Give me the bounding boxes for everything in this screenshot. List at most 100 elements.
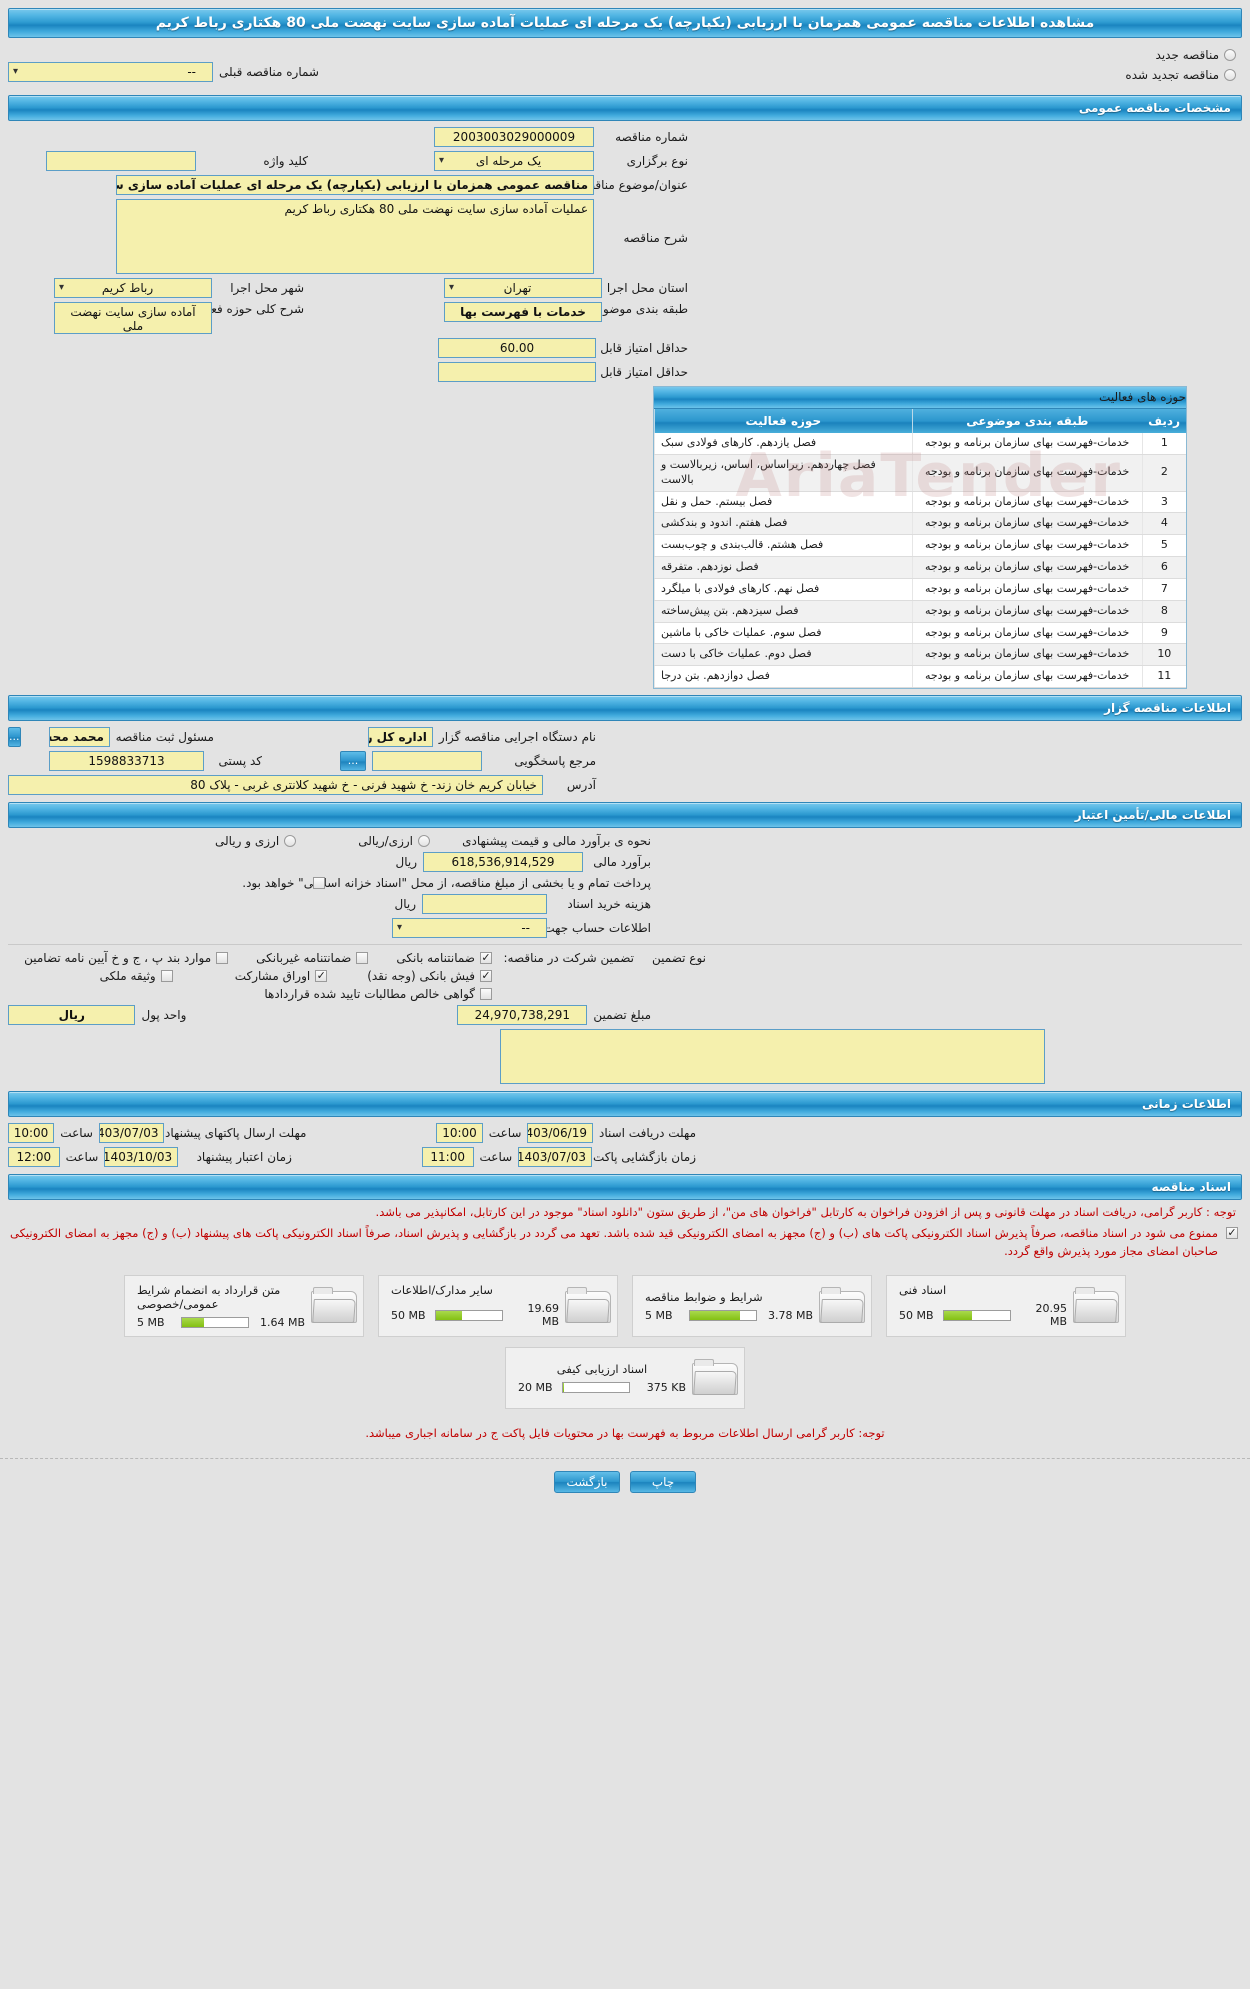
address-label: آدرس: [566, 778, 596, 793]
attachment-card[interactable]: متن قرارداد به انضمام شرایط عمومی/خصوصی …: [124, 1274, 364, 1337]
checkbox-nonbank-warranty-icon[interactable]: [356, 952, 369, 965]
guarantee-notes-textarea[interactable]: [500, 1029, 1045, 1085]
currency-unit-field[interactable]: ریال: [8, 1005, 136, 1026]
attachment-body: متن قرارداد به انضمام شرایط عمومی/خصوصی …: [131, 1283, 311, 1329]
cell-row-no: 7: [1141, 578, 1186, 601]
islamic-treasury-row: پرداخت تمام و یا بخشی از مبلغ مناقصه، از…: [8, 874, 1242, 892]
bid-validity-time-label: ساعت: [65, 1150, 99, 1165]
guarantee-option-bank-warranty[interactable]: ضمانتنامه بانکی: [396, 951, 494, 965]
table-row: 6 خدمات-فهرست بهای سازمان برنامه و بودجه ف…: [654, 556, 1186, 579]
checkbox-net-claims-icon[interactable]: [480, 988, 492, 1001]
attachment-meter: 5 MB 3.78 MB: [645, 1309, 813, 1322]
docs-receipt-deadline-date[interactable]: 1403/06/19: [527, 1123, 593, 1144]
guarantee-option-nonbank-warranty[interactable]: ضمانتنامه غیربانکی: [256, 951, 370, 965]
previous-tender-row: شماره مناقصه قبلی --: [8, 60, 1242, 84]
attachment-title: شرایط و ضوابط مناقصه: [645, 1289, 763, 1304]
classification-label: طبقه بندی موضوعی: [585, 302, 688, 316]
radio-option-currency-and-rial[interactable]: ارزی و ریالی: [215, 834, 298, 848]
province-select[interactable]: تهران: [444, 278, 602, 298]
attachment-card[interactable]: سایر مدارک/اطلاعات 50 MB 19.69 MB: [378, 1274, 618, 1337]
table-row: 3 خدمات-فهرست بهای سازمان برنامه و بودجه ف…: [654, 491, 1186, 514]
cell-row-no: 4: [1141, 512, 1186, 536]
radio-renewed-tender-icon[interactable]: [1224, 69, 1236, 81]
tender-number-field[interactable]: 2003003029000009: [434, 127, 594, 147]
organization-name-row: نام دستگاه اجرایی مناقصه گزار اداره کل ر…: [8, 725, 1242, 749]
contact-lookup-button[interactable]: ...: [340, 751, 366, 772]
guarantee-option-participation-bonds[interactable]: اوراق مشارکت: [235, 969, 329, 983]
responsible-field[interactable]: محمد محسن قادری: [48, 727, 110, 748]
city-label: شهر محل اجرا: [230, 281, 304, 295]
documents-note-2: ممنوع می شود در اسناد مناقصه، صرفاً پذیر…: [10, 1225, 1218, 1258]
guarantee-amount-field[interactable]: 24,970,738,291: [457, 1005, 588, 1026]
radio-renewed-tender-label: مناقصه تجدید شده: [1125, 68, 1219, 82]
subject-field[interactable]: مناقصه عمومی همزمان با ارزیابی (یکپارچه)…: [116, 175, 594, 195]
radio-option-rial[interactable]: ارزی/ریالی: [358, 834, 432, 848]
location-row: استان محل اجرا تهران شهر محل اجرا رباط ک…: [8, 276, 1242, 300]
cell-subject: خدمات-فهرست بهای سازمان برنامه و بودجه: [911, 600, 1143, 623]
activity-table-header-row: ردیف طبقه بندی موضوعی حوزه فعالیت: [654, 409, 1186, 433]
classification-field[interactable]: خدمات با فهرست بها: [444, 302, 602, 322]
radio-currency-rial-label: ارزی و ریالی: [214, 834, 280, 849]
radio-new-tender-icon[interactable]: [1224, 49, 1236, 61]
activity-desc-field[interactable]: آماده سازی سایت نهضت ملی: [54, 302, 212, 334]
radio-rial-icon[interactable]: [418, 835, 430, 848]
cell-area: فصل دوم. عملیات خاکی با دست: [654, 643, 913, 667]
min-tech-score-row: حداقل امتیاز قابل قبول ارزیابی فنی/بازرگ…: [8, 360, 1242, 384]
cell-area: فصل سیزدهم. بتن پیش‌ساخته: [654, 600, 913, 623]
cell-area: فصل یازدهم. کارهای فولادی سبک: [654, 433, 913, 455]
checkbox-property-deed-icon[interactable]: [160, 970, 173, 983]
description-textarea[interactable]: عملیات آماده سازی سایت نهضت ملی 80 هکتار…: [116, 199, 594, 274]
address-field[interactable]: خیابان کریم خان زند- خ شهید فرنی - خ شهی…: [8, 775, 543, 796]
attachment-card[interactable]: شرایط و ضوابط مناقصه 5 MB 3.78 MB: [632, 1274, 872, 1337]
guarantee-option-regulation-clauses[interactable]: موارد بند پ ، ج و خ آیین نامه تضامین: [24, 951, 230, 965]
contact-field[interactable]: [372, 751, 482, 772]
tender-details-page: مشاهده اطلاعات مناقصه عمومی همزمان با ار…: [0, 8, 1250, 1989]
attachment-max-size: 20 MB: [518, 1380, 553, 1394]
islamic-treasury-checkbox[interactable]: [313, 877, 325, 890]
checkbox-participation-bonds-icon[interactable]: [315, 970, 328, 983]
guarantee-option-bank-receipt[interactable]: فیش بانکی (وجه نقد): [367, 969, 494, 983]
attachment-card[interactable]: اسناد فنی 50 MB 20.95 MB: [886, 1274, 1126, 1337]
checkbox-bank-receipt-icon[interactable]: [480, 970, 492, 983]
envelope-opening-time[interactable]: 11:00: [421, 1147, 474, 1168]
previous-tender-select[interactable]: --: [8, 62, 213, 82]
bid-submission-deadline-date[interactable]: 1403/07/03: [98, 1123, 165, 1144]
bid-validity-date[interactable]: 1403/10/03: [104, 1147, 179, 1168]
attachment-title: اسناد ارزیابی کیفی: [556, 1361, 648, 1376]
organization-lookup-button[interactable]: ...: [8, 727, 21, 748]
envelope-opening-date[interactable]: 1403/07/03: [518, 1147, 592, 1168]
bid-validity-time[interactable]: 12:00: [7, 1147, 60, 1168]
min-tech-score-field[interactable]: [438, 362, 596, 382]
tender-number-row: شماره مناقصه 2003003029000009: [8, 125, 1242, 149]
radio-currency-rial-icon[interactable]: [284, 835, 297, 848]
guarantee-label-bank-receipt: فیش بانکی (وجه نقد): [367, 969, 475, 984]
keyword-field[interactable]: [46, 151, 196, 171]
docs-cost-field[interactable]: [422, 894, 547, 915]
docs-receipt-deadline-time[interactable]: 10:00: [436, 1123, 483, 1144]
attachment-size: 3.78 MB: [767, 1308, 813, 1322]
checkbox-regulation-clauses-icon[interactable]: [216, 952, 229, 965]
column-header-activity-area: حوزه فعالیت: [654, 409, 913, 433]
city-select[interactable]: رباط کریم: [54, 278, 212, 298]
radio-option-new-tender[interactable]: مناقصه جدید: [1125, 48, 1238, 62]
deposit-account-select[interactable]: --: [392, 918, 547, 939]
documents-note-checkbox[interactable]: [1226, 1226, 1238, 1239]
guarantee-option-net-claims-certificate[interactable]: گواهی خالص مطالبات تایید شده قراردادها: [264, 987, 494, 1001]
guarantee-option-property-deed[interactable]: وثیقه ملکی: [100, 969, 175, 983]
back-button[interactable]: بازگشت: [554, 1471, 620, 1494]
postal-code-field[interactable]: 1598833713: [49, 751, 204, 772]
print-button[interactable]: چاپ: [630, 1471, 696, 1494]
cell-row-no: 1: [1141, 433, 1186, 455]
attachment-card[interactable]: اسناد ارزیابی کیفی 20 MB 375 KB: [505, 1346, 745, 1409]
cell-row-no: 6: [1141, 556, 1186, 579]
cell-row-no: 3: [1141, 491, 1186, 514]
organization-name-field[interactable]: اداره کل راه و شهرسازی اس: [367, 727, 433, 748]
checkbox-bank-warranty-icon[interactable]: [480, 952, 492, 965]
guarantee-notes-row: توضیحات: [8, 1027, 1242, 1086]
radio-option-renewed-tender[interactable]: مناقصه تجدید شده: [1125, 68, 1238, 82]
bid-submission-deadline-time[interactable]: 10:00: [7, 1123, 55, 1144]
estimate-field[interactable]: 618,536,914,529: [423, 852, 583, 873]
holding-type-select[interactable]: یک مرحله ای: [434, 151, 594, 171]
address-row: آدرس خیابان کریم خان زند- خ شهید فرنی - …: [8, 773, 1242, 797]
min-quality-score-field[interactable]: 60.00: [438, 338, 596, 358]
